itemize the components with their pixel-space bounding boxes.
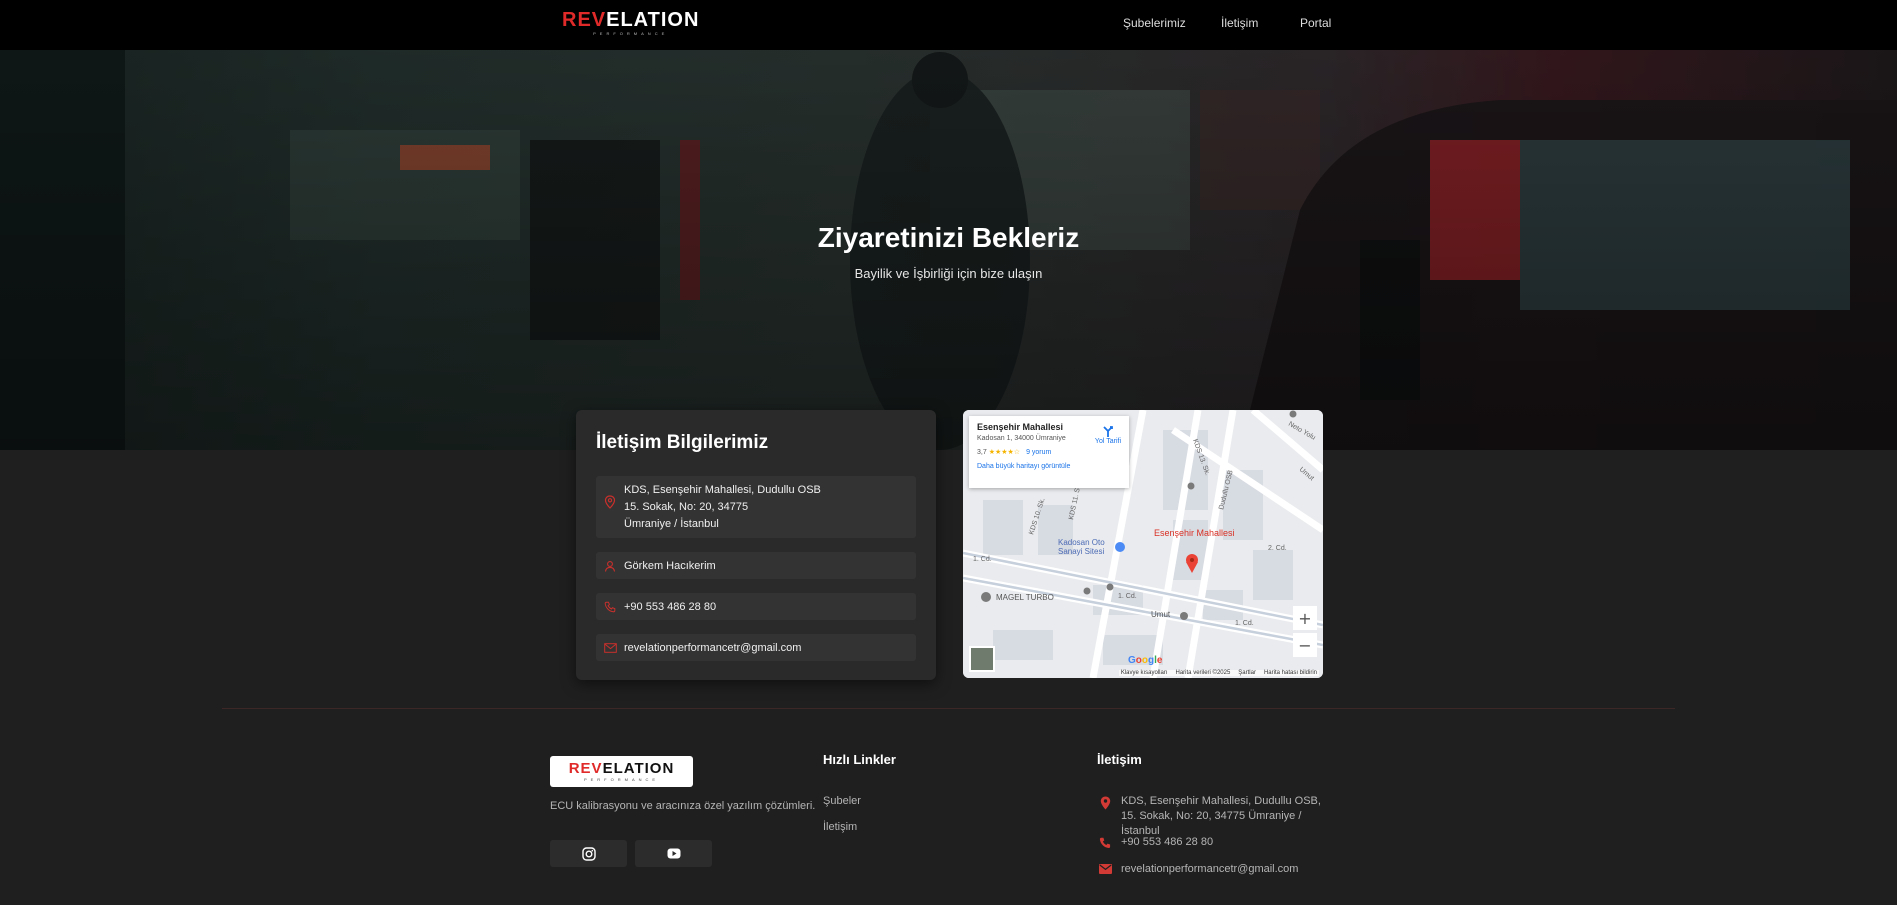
- hero-title: Ziyaretinizi Bekleriz: [817, 222, 1080, 253]
- place-info-card: Esenşehir Mahallesi Kadosan 1, 34000 Ümr…: [969, 416, 1129, 488]
- footer-divider: [222, 708, 1675, 709]
- address-text: KDS, Esenşehir Mahallesi, Dudullu OSB 15…: [624, 484, 821, 530]
- phone-icon: [600, 599, 620, 615]
- footer-link-branches[interactable]: Şubeler: [823, 795, 861, 807]
- footer-email-row[interactable]: revelationperformancetr@gmail.com: [1097, 862, 1331, 877]
- footer-phone-icon: [1097, 835, 1113, 849]
- svg-text:2. Cd.: 2. Cd.: [1268, 545, 1287, 552]
- place-rating: 3,7 ★★★★☆ 9 yorum: [977, 449, 1052, 456]
- zoom-out-button[interactable]: −: [1293, 633, 1317, 657]
- footer-logo[interactable]: REVELATION PERFORMANCE: [550, 756, 693, 787]
- map-pin-icon: [600, 482, 620, 509]
- map-terms-link[interactable]: Şartlar: [1238, 670, 1256, 676]
- map-poi-umut[interactable]: Umut: [1151, 610, 1170, 619]
- user-icon: [600, 558, 620, 574]
- map-report-link[interactable]: Harita hatası bildirin: [1264, 670, 1317, 676]
- quick-links-heading: Hızlı Linkler: [823, 752, 896, 767]
- map-poi-kadosan[interactable]: Kadosan Oto Sanayi Sitesi: [1058, 538, 1118, 556]
- contact-card-title: İletişim Bilgilerimiz: [596, 432, 769, 453]
- youtube-icon: [667, 848, 680, 859]
- svg-text:1. Cd.: 1. Cd.: [973, 556, 992, 563]
- nav-link-portal[interactable]: Portal: [1300, 16, 1331, 30]
- address-row: KDS, Esenşehir Mahallesi, Dudullu OSB 15…: [596, 476, 916, 538]
- rating-stars-icon: ★★★★☆: [988, 449, 1021, 456]
- map-footer: Klavye kısayolları Harita verileri ©2025…: [1118, 670, 1319, 676]
- person-name: Görkem Hacıkerim: [624, 560, 716, 572]
- instagram-button[interactable]: [550, 840, 627, 867]
- top-navbar: REVELATION PERFORMANCE Şubelerimiz İleti…: [0, 0, 1897, 50]
- email-address[interactable]: revelationperformancetr@gmail.com: [624, 640, 801, 657]
- directions-icon: [1103, 426, 1113, 437]
- email-row[interactable]: revelationperformancetr@gmail.com: [596, 634, 916, 661]
- footer-description: ECU kalibrasyonu ve aracınıza özel yazıl…: [550, 800, 816, 812]
- footer-phone-row[interactable]: +90 553 486 28 80: [1097, 835, 1331, 850]
- logo-wordmark: REVELATION: [562, 9, 700, 31]
- hero-banner: Ziyaretinizi Bekleriz Bayilik ve İşbirli…: [0, 50, 1897, 450]
- brand-logo[interactable]: REVELATION PERFORMANCE: [562, 10, 699, 36]
- phone-number[interactable]: +90 553 486 28 80: [624, 599, 716, 616]
- larger-map-link[interactable]: Daha büyük haritayı görüntüle: [977, 463, 1121, 470]
- satellite-toggle[interactable]: [969, 646, 995, 672]
- nav-link-contact[interactable]: İletişim: [1221, 16, 1258, 30]
- footer-link-contact[interactable]: İletişim: [823, 821, 857, 833]
- footer-map-pin-icon: [1097, 794, 1113, 810]
- youtube-button[interactable]: [635, 840, 712, 867]
- footer-mail-icon: [1097, 862, 1113, 874]
- google-logo: Google: [1128, 655, 1163, 666]
- footer-contact-heading: İletişim: [1097, 752, 1142, 767]
- mail-icon: [600, 640, 620, 656]
- footer-address-row: KDS, Esenşehir Mahallesi, Dudullu OSB, 1…: [1097, 794, 1331, 839]
- person-row: Görkem Hacıkerim: [596, 552, 916, 579]
- zoom-in-button[interactable]: +: [1293, 606, 1317, 630]
- map-poi-magel[interactable]: MAGEL TURBO: [996, 593, 1054, 602]
- map-pin-label: Esenşehir Mahallesi: [1154, 528, 1235, 538]
- google-map-embed[interactable]: 1. Cd. 1. Cd. 1. Cd. 2. Cd. KDS 13. Sk. …: [963, 410, 1323, 678]
- logo-tagline: PERFORMANCE: [593, 31, 669, 36]
- contact-info-card: İletişim Bilgilerimiz KDS, Esenşehir Mah…: [576, 410, 936, 680]
- nav-link-branches[interactable]: Şubelerimiz: [1123, 16, 1186, 30]
- instagram-icon: [581, 846, 596, 861]
- footer-address: KDS, Esenşehir Mahallesi, Dudullu OSB, 1…: [1121, 795, 1321, 837]
- hero-subtitle: Bayilik ve İşbirliği için bize ulaşın: [854, 266, 1043, 281]
- directions-button[interactable]: Yol Tarifi: [1095, 424, 1121, 445]
- svg-text:1. Cd.: 1. Cd.: [1235, 620, 1254, 627]
- footer-phone[interactable]: +90 553 486 28 80: [1121, 835, 1331, 850]
- footer-logo-wordmark: REVELATION: [568, 760, 675, 777]
- footer-email[interactable]: revelationperformancetr@gmail.com: [1121, 862, 1331, 877]
- footer-logo-tagline: PERFORMANCE: [583, 777, 660, 782]
- map-shortcuts-link[interactable]: Klavye kısayolları: [1121, 670, 1168, 676]
- svg-text:1. Cd.: 1. Cd.: [1118, 593, 1137, 600]
- reviews-link[interactable]: 9 yorum: [1026, 449, 1051, 456]
- phone-row[interactable]: +90 553 486 28 80: [596, 593, 916, 620]
- map-data-credit: Harita verileri ©2025: [1175, 670, 1231, 676]
